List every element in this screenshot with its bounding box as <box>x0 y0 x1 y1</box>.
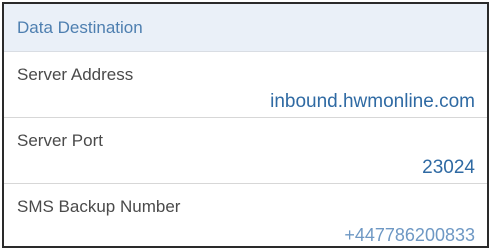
section-header: Data Destination <box>4 4 487 52</box>
server-port-label: Server Port <box>17 131 103 150</box>
section-title: Data Destination <box>17 17 143 37</box>
sms-backup-number-value: +447786200833 <box>344 225 475 245</box>
sms-backup-number-row[interactable]: SMS Backup Number +447786200833 <box>4 183 487 245</box>
server-address-label: Server Address <box>17 65 134 84</box>
sms-backup-number-label: SMS Backup Number <box>17 197 181 216</box>
server-port-row[interactable]: Server Port 23024 <box>4 117 487 183</box>
server-address-value: inbound.hwmonline.com <box>270 91 475 112</box>
server-address-row[interactable]: Server Address inbound.hwmonline.com <box>4 52 487 117</box>
data-destination-panel: Data Destination Server Address inbound.… <box>2 2 489 248</box>
server-port-value: 23024 <box>422 157 475 178</box>
